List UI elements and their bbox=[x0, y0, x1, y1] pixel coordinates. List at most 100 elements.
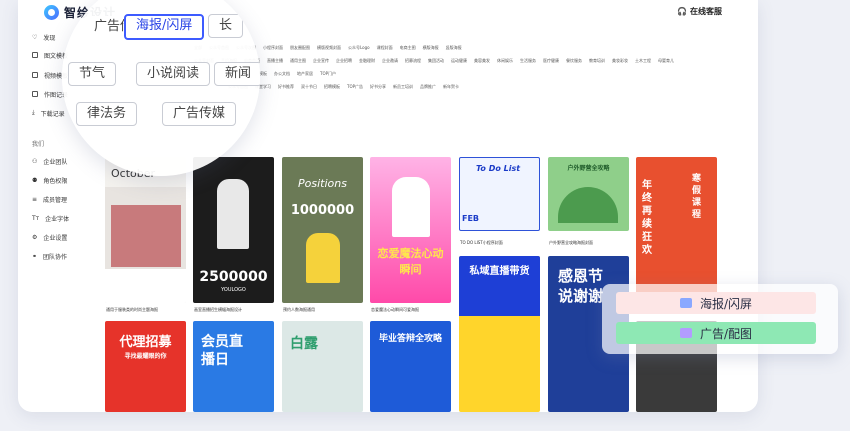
tag-link[interactable]: 休闲娱乐 bbox=[497, 58, 513, 64]
video-icon bbox=[32, 72, 38, 78]
template-card[interactable]: 白露 bbox=[282, 321, 363, 412]
template-card[interactable]: 私域直播带货 bbox=[459, 256, 540, 412]
card-number: 1000000 bbox=[290, 203, 355, 218]
tag-link[interactable]: 招聘模板 bbox=[324, 84, 340, 90]
category-chip-ad-media[interactable]: 广告传媒 bbox=[162, 102, 237, 126]
tag-link[interactable]: 办公文档 bbox=[274, 71, 290, 77]
tag-link[interactable]: 竖版海报 bbox=[446, 45, 462, 51]
tag-link[interactable]: 电商主图 bbox=[400, 45, 416, 51]
template-card[interactable]: 户外野营全攻略 bbox=[548, 157, 629, 231]
template-card[interactable]: 年终再续狂欢 寒假课程 bbox=[636, 157, 717, 303]
sidebar-item-roles[interactable]: ⚉ 角色权限 bbox=[32, 173, 67, 187]
image-icon bbox=[679, 328, 692, 338]
category-chip-novel[interactable]: 小说阅读 bbox=[136, 62, 211, 86]
tag-link[interactable]: 集团活动 bbox=[428, 58, 444, 64]
tag-link[interactable]: 企业招聘 bbox=[336, 58, 352, 64]
tag-link[interactable]: 生活服务 bbox=[520, 58, 536, 64]
tag-link[interactable]: 地产家居 bbox=[297, 71, 313, 77]
section-label: 我们 bbox=[32, 140, 45, 148]
tag-link[interactable]: 好书分享 bbox=[370, 84, 386, 90]
card-side-title: 寒假课程 bbox=[692, 174, 702, 220]
tag-link[interactable]: 横版视频封面 bbox=[317, 45, 341, 51]
tag-link[interactable]: 企业宣传 bbox=[313, 58, 329, 64]
template-card[interactable]: 会员直播日 bbox=[193, 321, 274, 412]
tag-row-2: 公众号封面手机海报电商首页直播主播通用主图企业宣传企业招聘金融理财企业邀请招募流… bbox=[194, 58, 681, 64]
card-title: Positions bbox=[298, 177, 347, 190]
tag-link[interactable]: TOP门户 bbox=[320, 71, 336, 77]
tag-link[interactable]: 医疗健康 bbox=[543, 58, 559, 64]
card-caption: 画室直播招生横幅海报设计 bbox=[194, 307, 242, 312]
tag-link[interactable]: 美妆彩妆 bbox=[612, 58, 628, 64]
tag-link[interactable]: 母婴育儿 bbox=[658, 58, 674, 64]
sidebar-item-settings[interactable]: ⚙ 企业设置 bbox=[32, 230, 67, 244]
card-caption: 预约人数海报通用 bbox=[283, 307, 315, 312]
popup-item-ad[interactable]: 广告/配图 bbox=[616, 322, 816, 344]
headset-icon: 🎧 bbox=[677, 7, 687, 16]
card-caption: 通用于服装类的时尚主题海报 bbox=[106, 307, 158, 312]
category-chip-news[interactable]: 新闻 bbox=[214, 62, 260, 86]
category-chip-law[interactable]: 律法务 bbox=[76, 102, 138, 126]
service-label: 在线客服 bbox=[690, 7, 722, 16]
tag-link[interactable]: TOP广告 bbox=[347, 84, 363, 90]
tag-link[interactable]: 好书推荐 bbox=[278, 84, 294, 90]
sidebar-item-fonts[interactable]: Tт 企业字体 bbox=[32, 211, 69, 225]
sidebar-item-collab[interactable]: ⚭ 团队协作 bbox=[32, 249, 67, 263]
tag-link[interactable]: 美容美发 bbox=[474, 58, 490, 64]
tag-link[interactable]: 通用主图 bbox=[290, 58, 306, 64]
category-chip[interactable]: 长 bbox=[208, 14, 244, 38]
category-chip-poster[interactable]: 海报/闪屏 bbox=[124, 14, 205, 40]
sidebar-item-downloads[interactable]: ⤓ 下载记录 bbox=[32, 106, 65, 120]
template-card[interactable]: 2500000 YOULOGO bbox=[193, 157, 274, 303]
card-title: 2500000 bbox=[199, 269, 268, 285]
popup-item-poster[interactable]: 海报/闪屏 bbox=[616, 292, 816, 314]
tag-link[interactable]: 直播主播 bbox=[267, 58, 283, 64]
tag-link[interactable]: 公众号Logo bbox=[348, 45, 370, 51]
heart-icon: ♡ bbox=[32, 33, 38, 41]
tag-link[interactable]: 课程封面 bbox=[377, 45, 393, 51]
sidebar-item-label: 团队协作 bbox=[43, 253, 68, 261]
card-date: FEB bbox=[462, 214, 480, 223]
tag-link[interactable]: 金融理财 bbox=[359, 58, 375, 64]
card-subtitle: 寻找最耀眼的你 bbox=[124, 353, 167, 360]
font-icon: Tт bbox=[32, 214, 40, 222]
tag-link[interactable]: 教育培训 bbox=[589, 58, 605, 64]
template-card[interactable]: 毕业答辩全攻略 bbox=[370, 321, 451, 412]
tag-link[interactable]: 横版海报 bbox=[423, 45, 439, 51]
card-title: 白露 bbox=[290, 336, 318, 352]
tag-link[interactable]: 企业邀请 bbox=[382, 58, 398, 64]
tag-link[interactable]: 新年贺卡 bbox=[443, 84, 459, 90]
card-subtitle: YOULOGO bbox=[221, 287, 246, 293]
template-card[interactable]: To Do List FEB bbox=[459, 157, 540, 231]
sidebar-item-discover[interactable]: ♡ 发现 bbox=[32, 30, 55, 44]
category-chip-solar-term[interactable]: 节气 bbox=[68, 62, 117, 86]
sidebar-item-team[interactable]: ⚇ 企业团队 bbox=[32, 154, 67, 168]
tag-link[interactable]: 餐饮服务 bbox=[566, 58, 582, 64]
template-card[interactable]: October bbox=[105, 157, 186, 303]
online-service-button[interactable]: 🎧 在线客服 bbox=[677, 6, 722, 17]
card-title: 感恩节说谢谢 bbox=[558, 267, 604, 305]
card-title: 年终再续狂欢 bbox=[642, 180, 652, 256]
tag-link[interactable]: 土木工程 bbox=[635, 58, 651, 64]
tag-link[interactable]: 新员工培训 bbox=[393, 84, 413, 90]
team-icon: ⚇ bbox=[32, 157, 38, 165]
card-caption: 户外野营全攻略海报封面 bbox=[549, 240, 593, 245]
sidebar-item-members[interactable]: ≡ 成员管理 bbox=[32, 192, 67, 206]
sidebar-item-label: 企业团队 bbox=[43, 158, 68, 166]
template-card[interactable]: 恋爱魔法心动瞬间 bbox=[370, 157, 451, 303]
monitor-icon bbox=[679, 298, 692, 308]
template-card[interactable]: 代理招募 寻找最耀眼的你 bbox=[105, 321, 186, 412]
card-title: To Do List bbox=[476, 164, 521, 173]
tag-link[interactable]: 品牌推广 bbox=[420, 84, 436, 90]
card-caption: TO DO LIST小程序封面 bbox=[460, 240, 503, 245]
tag-link[interactable]: 招募流程 bbox=[405, 58, 421, 64]
tag-link[interactable]: 双十节日 bbox=[301, 84, 317, 90]
tag-link[interactable]: 小程序封面 bbox=[263, 45, 283, 51]
template-card[interactable]: Positions 1000000 bbox=[282, 157, 363, 303]
tag-link[interactable]: 朋友圈配图 bbox=[290, 45, 310, 51]
gear-icon: ⚙ bbox=[32, 233, 38, 241]
card-title: 毕业答辩全攻略 bbox=[378, 334, 442, 344]
category-popup: 海报/闪屏 广告/配图 bbox=[602, 284, 838, 354]
card-title: 代理招募 bbox=[119, 335, 172, 350]
sidebar-item-label: 下载记录 bbox=[40, 110, 65, 118]
tag-link[interactable]: 运动健康 bbox=[451, 58, 467, 64]
